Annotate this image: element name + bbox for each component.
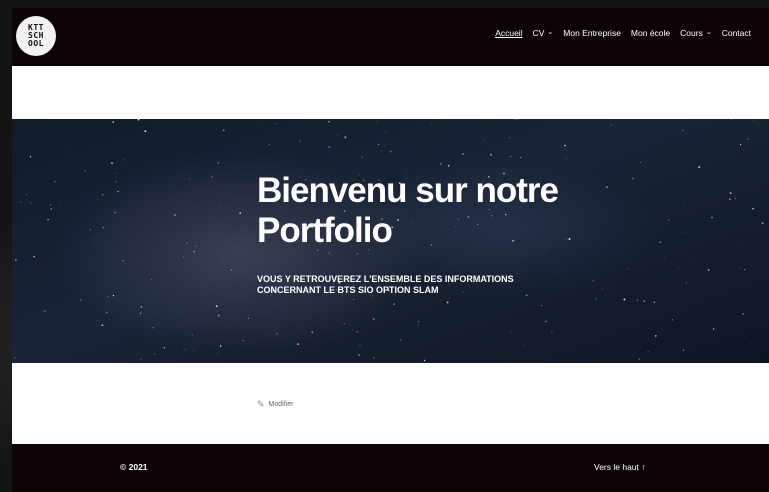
chevron-down-icon: ⌄ <box>705 29 712 36</box>
nav-label: Cours <box>680 28 703 38</box>
nav-item-mon-ecole[interactable]: Mon école <box>631 28 670 38</box>
chevron-down-icon: ⌄ <box>547 29 554 36</box>
nav-item-accueil[interactable]: Accueil <box>495 28 522 38</box>
nav-label: Accueil <box>495 28 523 38</box>
nav-label: CV <box>532 28 545 38</box>
edit-link[interactable]: ✎ Modifier <box>257 399 293 410</box>
site-logo[interactable]: KTT SCH OOL <box>16 16 56 56</box>
nav-item-mon-entreprise[interactable]: Mon Entreprise <box>563 28 621 38</box>
hero-subtitle: VOUS Y RETROUVEREZ L'ENSEMBLE DES INFORM… <box>257 274 514 295</box>
site-header: KTT SCH OOL Accueil CV ⌄ Mon Entreprise … <box>12 8 769 66</box>
edit-label: Modifier <box>268 401 294 408</box>
nav-item-cv[interactable]: CV ⌄ <box>533 28 554 38</box>
hero-banner: Bienvenu sur notre Portfolio VOUS Y RETR… <box>12 119 769 363</box>
copyright-text: © 2021 <box>120 462 148 472</box>
nav-label: Mon Entreprise <box>563 28 621 38</box>
nav-item-contact[interactable]: Contact <box>722 28 751 38</box>
nav-item-cours[interactable]: Cours ⌄ <box>680 28 712 38</box>
nav-label: Contact <box>721 28 751 38</box>
nav-label: Mon école <box>630 28 671 38</box>
page: KTT SCH OOL Accueil CV ⌄ Mon Entreprise … <box>12 8 769 492</box>
logo-text: KTT SCH OOL <box>28 23 44 48</box>
hero-title: Bienvenu sur notre Portfolio <box>257 171 559 250</box>
main-nav: Accueil CV ⌄ Mon Entreprise Mon école Co… <box>495 28 751 38</box>
site-footer: © 2021 Vers le haut ↑ <box>12 444 769 492</box>
back-to-top-link[interactable]: Vers le haut ↑ <box>594 462 646 472</box>
edit-icon: ✎ <box>257 399 265 409</box>
